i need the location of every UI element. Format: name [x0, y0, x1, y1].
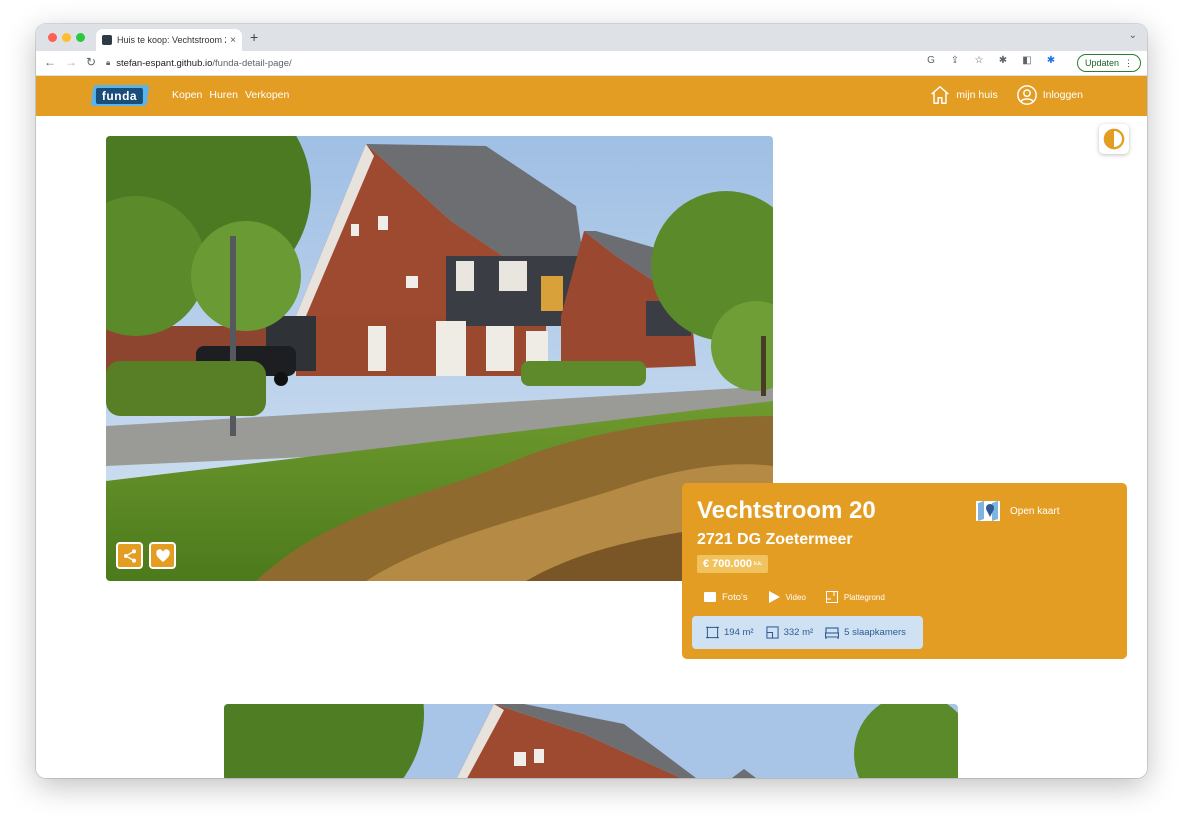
tab-title: Huis te koop: Vechtstroom 20: [117, 35, 227, 45]
main-nav: Kopen Huren Verkopen: [172, 89, 289, 101]
browser-toolbar: ← → ↻ 🔒︎ stefan-espant.github.io/funda-d…: [36, 51, 1147, 76]
living-area-icon: [706, 626, 719, 639]
tab-strip: Huis te koop: Vechtstroom 20 × + ⌄: [36, 24, 1147, 51]
floorplan-link[interactable]: Plattegrond: [825, 591, 885, 603]
living-area-value: 194 m²: [724, 627, 754, 638]
browser-window: Huis te koop: Vechtstroom 20 × + ⌄ ← → ↻…: [36, 24, 1147, 778]
url-path: /funda-detail-page/: [212, 57, 292, 69]
maximize-window-button[interactable]: [76, 33, 85, 42]
logo-text: funda: [96, 87, 144, 104]
site-header: funda Kopen Huren Verkopen mijn huis Inl…: [36, 76, 1147, 116]
plot-area: 332 m²: [765, 626, 814, 639]
video-label: Video: [785, 592, 806, 602]
toolbar-icons: G ⇪ ☆ ✱ ◧ ✱: [925, 55, 1057, 66]
floorplan-icon: [825, 591, 838, 603]
kebab-menu-icon[interactable]: ⋮: [1124, 58, 1133, 69]
favorite-button[interactable]: [149, 542, 176, 569]
feature-bar: 194 m² 332 m² 5 slaapkamers: [692, 616, 923, 649]
url-host: stefan-espant.github.io: [116, 57, 213, 69]
second-photo[interactable]: [224, 704, 958, 778]
map-icon: [976, 501, 1000, 521]
open-map-label: Open kaart: [1010, 505, 1060, 517]
contrast-icon: [1103, 128, 1125, 150]
photo-icon: [704, 592, 716, 602]
browser-tab[interactable]: Huis te koop: Vechtstroom 20 ×: [96, 29, 242, 51]
price-suffix: k.k.: [753, 561, 763, 567]
price-value: € 700.000: [703, 558, 752, 570]
funda-logo[interactable]: funda: [90, 85, 150, 106]
page-content: Vechtstroom 20 2721 DG Zoetermeer € 700.…: [36, 116, 1147, 778]
login-link[interactable]: Inloggen: [1016, 84, 1083, 106]
share-icon[interactable]: ⇪: [949, 55, 961, 66]
update-button[interactable]: Updaten ⋮: [1076, 54, 1141, 72]
tab-close-icon[interactable]: ×: [230, 35, 236, 46]
listing-info-card: Vechtstroom 20 2721 DG Zoetermeer € 700.…: [682, 483, 1127, 659]
extension-icon[interactable]: ✱: [1045, 55, 1057, 66]
login-label: Inloggen: [1042, 89, 1083, 101]
video-link[interactable]: Video: [768, 591, 806, 603]
google-icon[interactable]: G: [925, 55, 937, 66]
bedrooms-value: 5 slaapkamers: [844, 627, 906, 638]
plot-area-icon: [765, 626, 779, 639]
nav-kopen[interactable]: Kopen: [172, 89, 202, 101]
media-links: Foto's Video Plattegrond: [704, 591, 885, 603]
bedrooms: 5 slaapkamers: [825, 626, 906, 639]
open-map-button[interactable]: Open kaart: [974, 497, 1059, 525]
nav-huren[interactable]: Huren: [209, 89, 238, 101]
floorplan-label: Plattegrond: [843, 592, 885, 602]
mijn-huis-link[interactable]: mijn huis: [929, 84, 998, 106]
address-bar[interactable]: 🔒︎ stefan-espant.github.io/funda-detail-…: [106, 54, 946, 72]
nav-verkopen[interactable]: Verkopen: [245, 89, 289, 101]
minimize-window-button[interactable]: [62, 33, 71, 42]
forward-arrow-icon[interactable]: →: [65, 55, 77, 69]
new-tab-button[interactable]: +: [250, 29, 258, 45]
photos-link[interactable]: Foto's: [704, 592, 748, 603]
bookmark-star-icon[interactable]: ☆: [973, 55, 985, 66]
contrast-toggle-button[interactable]: [1099, 124, 1129, 154]
reload-icon[interactable]: ↻: [86, 55, 96, 69]
play-icon: [768, 591, 780, 603]
plot-area-value: 332 m²: [783, 627, 814, 638]
heart-icon: [155, 548, 170, 562]
favicon-icon: [102, 35, 112, 45]
side-panel-icon[interactable]: ◧: [1021, 55, 1033, 66]
house-icon: [931, 86, 950, 104]
listing-price: € 700.000 k.k.: [697, 555, 769, 573]
user-nav: mijn huis Inloggen: [929, 84, 1083, 106]
living-area: 194 m²: [706, 626, 754, 639]
hero-photo[interactable]: [106, 136, 773, 581]
bed-icon: [825, 626, 840, 639]
photo-actions: [116, 542, 176, 569]
listing-city: 2721 DG Zoetermeer: [697, 531, 853, 548]
listing-street: Vechtstroom 20: [697, 497, 876, 524]
share-button[interactable]: [116, 542, 143, 569]
close-window-button[interactable]: [48, 33, 57, 42]
update-label: Updaten: [1084, 58, 1119, 68]
extensions-puzzle-icon[interactable]: ✱: [997, 55, 1009, 66]
photos-label: Foto's: [722, 591, 748, 603]
user-avatar-icon: [1016, 85, 1037, 105]
back-arrow-icon[interactable]: ←: [44, 55, 56, 69]
mijn-huis-label: mijn huis: [956, 89, 998, 101]
tab-search-chevron-icon[interactable]: ⌄: [1129, 30, 1137, 41]
share-icon: [123, 548, 136, 563]
lock-icon: 🔒︎: [106, 58, 111, 67]
